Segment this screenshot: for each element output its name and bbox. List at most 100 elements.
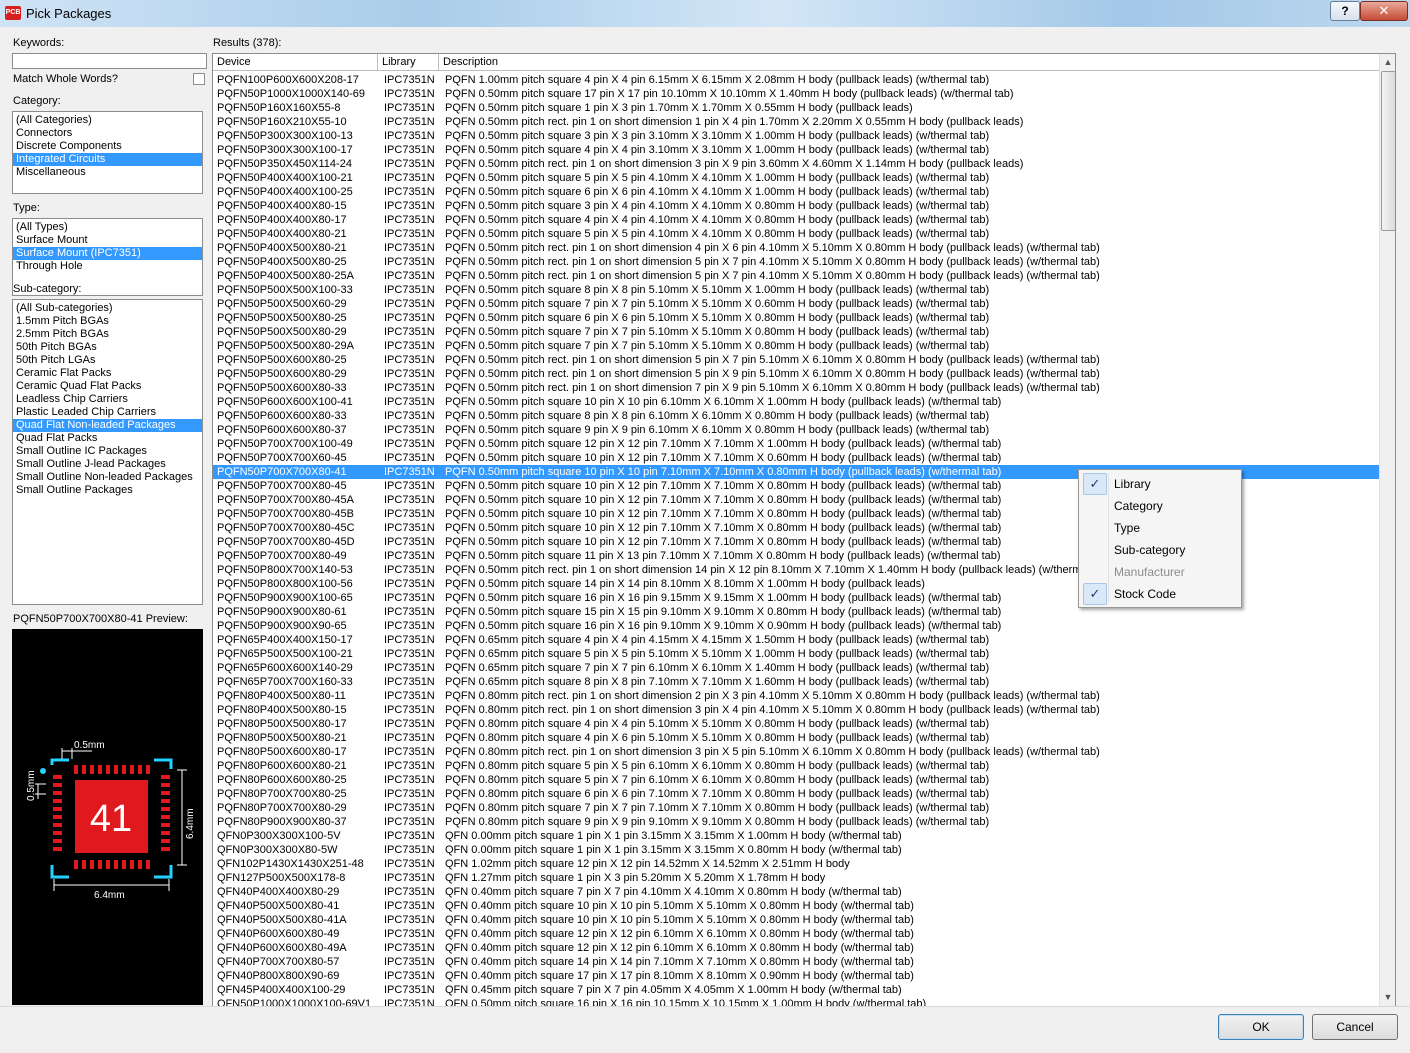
keywords-input[interactable]	[12, 53, 207, 69]
category-item[interactable]: Miscellaneous	[13, 166, 202, 179]
table-row[interactable]: QFN0P300X300X80-5W IPC7351N QFN 0.00mm pit…	[213, 843, 1379, 857]
subcategory-item[interactable]: Ceramic Flat Packs	[13, 367, 202, 380]
table-row[interactable]: PQFN50P500X500X60-29 IPC7351N PQFN 0.50mm …	[213, 297, 1379, 311]
subcategory-item[interactable]: (All Sub-categories)	[13, 302, 202, 315]
table-row[interactable]: PQFN50P600X600X100-41 IPC7351N PQFN 0.50mm…	[213, 395, 1379, 409]
table-row[interactable]: PQFN50P600X600X80-33 IPC7351N PQFN 0.50mm …	[213, 409, 1379, 423]
table-row[interactable]: QFN40P700X700X80-57 IPC7351N QFN 0.40mm pi…	[213, 955, 1379, 969]
table-row[interactable]: PQFN50P700X700X100-49 IPC7351N PQFN 0.50mm…	[213, 437, 1379, 451]
table-row[interactable]: QFN40P600X600X80-49 IPC7351N QFN 0.40mm pi…	[213, 927, 1379, 941]
subcategory-item[interactable]: Leadless Chip Carriers	[13, 393, 202, 406]
scroll-thumb[interactable]	[1381, 71, 1395, 231]
category-item[interactable]: Discrete Components	[13, 140, 202, 153]
type-item[interactable]: Surface Mount	[13, 234, 202, 247]
column-header-description[interactable]: Description	[439, 54, 1377, 70]
subcategory-item[interactable]: Plastic Leaded Chip Carriers	[13, 406, 202, 419]
subcategory-item[interactable]: 1.5mm Pitch BGAs	[13, 315, 202, 328]
category-item[interactable]: Integrated Circuits	[13, 153, 202, 166]
context-menu-item[interactable]: Sub-category	[1114, 539, 1185, 561]
table-row[interactable]: PQFN50P400X400X80-17 IPC7351N PQFN 0.50mm …	[213, 213, 1379, 227]
device-cell: PQFN65P600X600X140-29	[217, 662, 353, 674]
column-header-library[interactable]: Library	[378, 54, 439, 70]
cancel-button[interactable]: Cancel	[1312, 1014, 1398, 1040]
subcategory-item[interactable]: 2.5mm Pitch BGAs	[13, 328, 202, 341]
category-list[interactable]: (All Categories) Connectors Discrete Compo…	[12, 111, 203, 194]
table-row[interactable]: PQFN50P900X900X90-65 IPC7351N PQFN 0.50mm …	[213, 619, 1379, 633]
table-row[interactable]: PQFN50P1000X1000X140-69 IPC7351N PQFN 0.50…	[213, 87, 1379, 101]
subcategory-item[interactable]: Ceramic Quad Flat Packs	[13, 380, 202, 393]
table-row[interactable]: PQFN50P500X500X80-29 IPC7351N PQFN 0.50mm …	[213, 325, 1379, 339]
table-row[interactable]: QFN40P400X400X80-29 IPC7351N QFN 0.40mm pi…	[213, 885, 1379, 899]
table-row[interactable]: QFN45P400X400X100-29 IPC7351N QFN 0.45mm p…	[213, 983, 1379, 997]
table-row[interactable]: PQFN80P700X700X80-25 IPC7351N PQFN 0.80mm …	[213, 787, 1379, 801]
ok-button[interactable]: OK	[1218, 1014, 1304, 1040]
subcategory-item[interactable]: Quad Flat Packs	[13, 432, 202, 445]
subcategory-list[interactable]: (All Sub-categories) 1.5mm Pitch BGAs 2.5m…	[12, 299, 203, 605]
context-menu-item[interactable]: Type	[1114, 517, 1140, 539]
table-row[interactable]: PQFN50P400X500X80-21 IPC7351N PQFN 0.50mm …	[213, 241, 1379, 255]
table-row[interactable]: PQFN50P500X500X80-29A IPC7351N PQFN 0.50mm…	[213, 339, 1379, 353]
table-row[interactable]: PQFN100P600X600X208-17 IPC7351N PQFN 1.00m…	[213, 73, 1379, 87]
subcategory-item[interactable]: Small Outline J-lead Packages	[13, 458, 202, 471]
table-row[interactable]: PQFN50P400X400X100-21 IPC7351N PQFN 0.50mm…	[213, 171, 1379, 185]
table-row[interactable]: PQFN50P300X300X100-17 IPC7351N PQFN 0.50mm…	[213, 143, 1379, 157]
table-row[interactable]: QFN40P800X800X90-69 IPC7351N QFN 0.40mm pi…	[213, 969, 1379, 983]
table-row[interactable]: PQFN50P500X600X80-25 IPC7351N PQFN 0.50mm …	[213, 353, 1379, 367]
subcategory-item[interactable]: Small Outline Packages	[13, 484, 202, 497]
scroll-up-arrow[interactable]: ▲	[1380, 54, 1395, 70]
table-row[interactable]: PQFN80P500X500X80-17 IPC7351N PQFN 0.80mm …	[213, 717, 1379, 731]
table-row[interactable]: QFN102P1430X1430X251-48 IPC7351N QFN 1.02m…	[213, 857, 1379, 871]
table-row[interactable]: PQFN80P400X500X80-15 IPC7351N PQFN 0.80mm …	[213, 703, 1379, 717]
type-item[interactable]: Through Hole	[13, 260, 202, 273]
table-row[interactable]: PQFN50P400X400X80-15 IPC7351N PQFN 0.50mm …	[213, 199, 1379, 213]
context-menu-item[interactable]: Library	[1114, 473, 1151, 495]
table-row[interactable]: QFN40P500X500X80-41A IPC7351N QFN 0.40mm p…	[213, 913, 1379, 927]
table-row[interactable]: PQFN50P500X500X80-25 IPC7351N PQFN 0.50mm …	[213, 311, 1379, 325]
table-row[interactable]: PQFN50P400X500X80-25A IPC7351N PQFN 0.50mm…	[213, 269, 1379, 283]
table-row[interactable]: PQFN50P160X210X55-10 IPC7351N PQFN 0.50mm …	[213, 115, 1379, 129]
table-row[interactable]: PQFN50P500X600X80-33 IPC7351N PQFN 0.50mm …	[213, 381, 1379, 395]
category-item[interactable]: Connectors	[13, 127, 202, 140]
table-row[interactable]: PQFN50P400X500X80-25 IPC7351N PQFN 0.50mm …	[213, 255, 1379, 269]
table-row[interactable]: PQFN80P600X600X80-25 IPC7351N PQFN 0.80mm …	[213, 773, 1379, 787]
match-whole-words-checkbox[interactable]	[193, 73, 205, 85]
table-row[interactable]: PQFN65P600X600X140-29 IPC7351N PQFN 0.65mm…	[213, 661, 1379, 675]
subcategory-item[interactable]: 50th Pitch LGAs	[13, 354, 202, 367]
table-row[interactable]: PQFN50P350X450X114-24 IPC7351N PQFN 0.50mm…	[213, 157, 1379, 171]
subcategory-item[interactable]: 50th Pitch BGAs	[13, 341, 202, 354]
table-row[interactable]: QFN40P500X500X80-41 IPC7351N QFN 0.40mm pi…	[213, 899, 1379, 913]
table-row[interactable]: PQFN50P600X600X80-37 IPC7351N PQFN 0.50mm …	[213, 423, 1379, 437]
table-row[interactable]: PQFN80P900X900X80-37 IPC7351N PQFN 0.80mm …	[213, 815, 1379, 829]
help-button[interactable]: ?	[1330, 1, 1360, 21]
table-row[interactable]: PQFN50P400X400X80-21 IPC7351N PQFN 0.50mm …	[213, 227, 1379, 241]
scroll-down-arrow[interactable]: ▼	[1380, 989, 1395, 1005]
table-row[interactable]: PQFN65P500X500X100-21 IPC7351N PQFN 0.65mm…	[213, 647, 1379, 661]
table-row[interactable]: PQFN50P700X700X60-45 IPC7351N PQFN 0.50mm …	[213, 451, 1379, 465]
results-scrollbar[interactable]: ▲ ▼	[1379, 54, 1395, 1006]
table-row[interactable]: PQFN80P500X600X80-17 IPC7351N PQFN 0.80mm …	[213, 745, 1379, 759]
table-row[interactable]: PQFN80P500X500X80-21 IPC7351N PQFN 0.80mm …	[213, 731, 1379, 745]
table-row[interactable]: PQFN50P160X160X55-8 IPC7351N PQFN 0.50mm p…	[213, 101, 1379, 115]
table-row[interactable]: PQFN50P300X300X100-13 IPC7351N PQFN 0.50mm…	[213, 129, 1379, 143]
table-row[interactable]: QFN127P500X500X178-8 IPC7351N QFN 1.27mm p…	[213, 871, 1379, 885]
subcategory-item[interactable]: Quad Flat Non-leaded Packages	[13, 419, 202, 432]
type-item[interactable]: Surface Mount (IPC7351)	[13, 247, 202, 260]
column-header-device[interactable]: Device	[213, 54, 378, 70]
close-button[interactable]: ✕	[1360, 1, 1408, 21]
table-row[interactable]: PQFN80P700X700X80-29 IPC7351N PQFN 0.80mm …	[213, 801, 1379, 815]
table-row[interactable]: QFN40P600X600X80-49A IPC7351N QFN 0.40mm p…	[213, 941, 1379, 955]
table-row[interactable]: PQFN50P500X500X100-33 IPC7351N PQFN 0.50mm…	[213, 283, 1379, 297]
type-item[interactable]: (All Types)	[13, 221, 202, 234]
table-row[interactable]: PQFN80P600X600X80-21 IPC7351N PQFN 0.80mm …	[213, 759, 1379, 773]
table-row[interactable]: PQFN50P500X600X80-29 IPC7351N PQFN 0.50mm …	[213, 367, 1379, 381]
subcategory-item[interactable]: Small Outline IC Packages	[13, 445, 202, 458]
category-item[interactable]: (All Categories)	[13, 114, 202, 127]
table-row[interactable]: PQFN65P700X700X160-33 IPC7351N PQFN 0.65mm…	[213, 675, 1379, 689]
context-menu-item[interactable]: Stock Code	[1114, 583, 1176, 605]
table-row[interactable]: QFN0P300X300X100-5V IPC7351N QFN 0.00mm pi…	[213, 829, 1379, 843]
context-menu-item[interactable]: Category	[1114, 495, 1163, 517]
subcategory-item[interactable]: Small Outline Non-leaded Packages	[13, 471, 202, 484]
table-row[interactable]: PQFN65P400X400X150-17 IPC7351N PQFN 0.65mm…	[213, 633, 1379, 647]
table-row[interactable]: PQFN80P400X500X80-11 IPC7351N PQFN 0.80mm …	[213, 689, 1379, 703]
table-row[interactable]: PQFN50P400X400X100-25 IPC7351N PQFN 0.50mm…	[213, 185, 1379, 199]
